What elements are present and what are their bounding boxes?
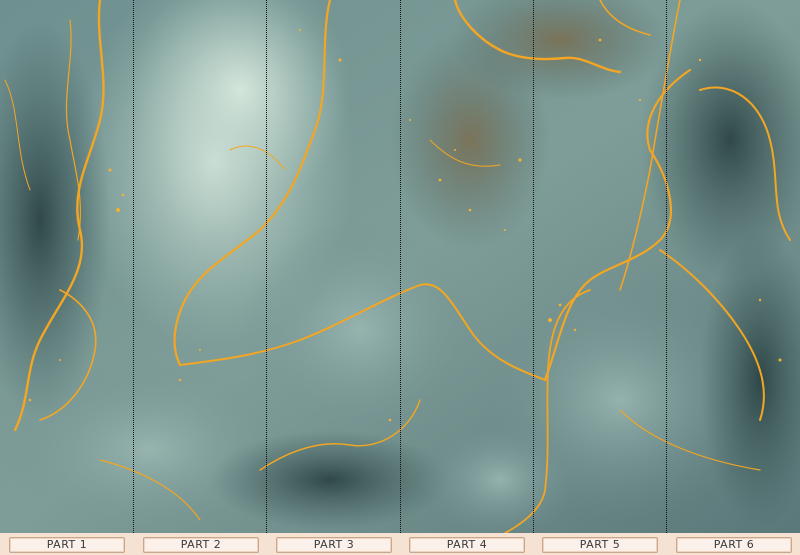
panel-label-part-1: PART 1 [9,537,125,553]
panel-label-part-5: PART 5 [542,537,658,553]
panel-label-part-3: PART 3 [276,537,392,553]
panel-label-part-6: PART 6 [676,537,792,553]
panel-label-bar: PART 1 PART 2 PART 3 PART 4 PART 5 PART … [0,533,800,555]
panel-label-part-4: PART 4 [409,537,525,553]
panel-label-part-2: PART 2 [143,537,259,553]
marble-wallpaper-artwork [0,0,800,533]
